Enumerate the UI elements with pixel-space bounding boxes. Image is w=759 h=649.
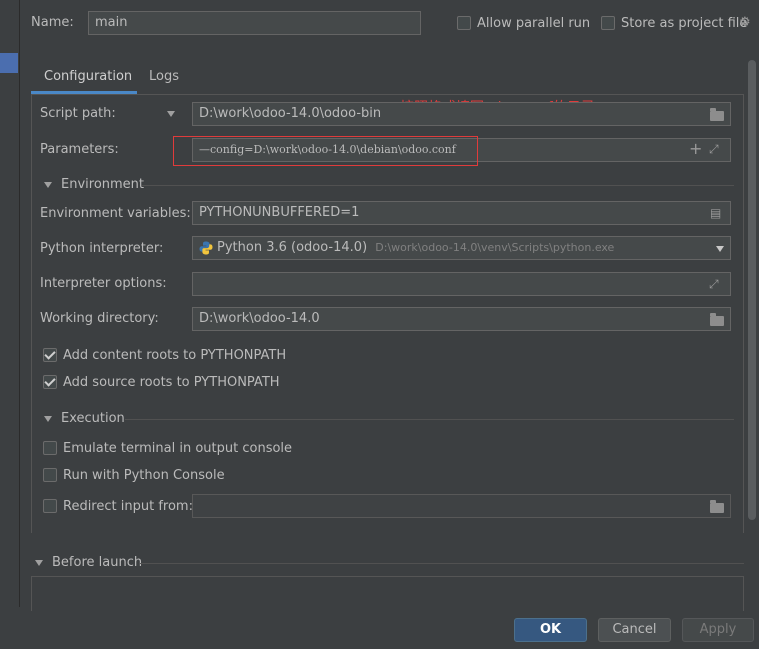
interpreter-options-input[interactable]	[192, 272, 731, 296]
cancel-button[interactable]: Cancel	[598, 618, 671, 642]
interpreter-name: Python 3.6 (odoo-14.0)	[217, 240, 368, 255]
parameters-highlight-box	[173, 136, 478, 166]
before-launch-title: Before launch	[52, 555, 143, 570]
expand-icon[interactable]: ⤢	[709, 277, 719, 291]
script-path-input[interactable]: D:\work\odoo-14.0\odoo-bin	[192, 102, 731, 126]
env-vars-input[interactable]: PYTHONUNBUFFERED=1	[192, 201, 731, 225]
apply-button[interactable]: Apply	[682, 618, 754, 642]
working-dir-label: Working directory:	[40, 311, 159, 326]
run-python-console-checkbox[interactable]	[43, 468, 57, 482]
execution-divider	[125, 419, 734, 420]
before-launch-collapse-icon[interactable]	[35, 560, 43, 566]
redirect-input-label: Redirect input from:	[63, 499, 193, 514]
left-panel-selected-item[interactable]	[0, 53, 18, 73]
folder-icon[interactable]	[710, 500, 724, 513]
store-project-label: Store as project file	[621, 16, 748, 31]
gear-icon[interactable]: ⚙	[739, 16, 751, 30]
add-content-roots-label: Add content roots to PYTHONPATH	[63, 348, 287, 363]
allow-parallel-label: Allow parallel run	[477, 16, 591, 31]
script-type-dropdown-icon[interactable]	[167, 111, 175, 117]
left-panel-edge	[0, 0, 20, 607]
add-source-roots-checkbox[interactable]	[43, 375, 57, 389]
redirect-input-checkbox[interactable]	[43, 499, 57, 513]
allow-parallel-checkbox[interactable]	[457, 16, 471, 30]
add-content-roots-checkbox[interactable]	[43, 348, 57, 362]
scrollbar-thumb[interactable]	[748, 60, 756, 520]
execution-collapse-icon[interactable]	[44, 416, 52, 422]
add-icon[interactable]: +	[689, 141, 702, 157]
env-vars-label: Environment variables:	[40, 206, 191, 221]
folder-icon[interactable]	[710, 108, 724, 121]
interpreter-options-label: Interpreter options:	[40, 276, 167, 291]
list-icon[interactable]: ▤	[710, 206, 721, 220]
store-project-checkbox[interactable]	[601, 16, 615, 30]
execution-section-title: Execution	[61, 411, 125, 426]
interpreter-dropdown-icon[interactable]	[716, 246, 724, 252]
before-launch-divider	[140, 563, 744, 564]
before-launch-list[interactable]	[31, 576, 744, 611]
emulate-terminal-label: Emulate terminal in output console	[63, 441, 293, 456]
working-dir-input[interactable]: D:\work\odoo-14.0	[192, 307, 731, 331]
folder-icon[interactable]	[710, 313, 724, 326]
interpreter-path: D:\work\odoo-14.0\venv\Scripts\python.ex…	[375, 241, 615, 254]
python-icon	[199, 241, 213, 255]
emulate-terminal-checkbox[interactable]	[43, 441, 57, 455]
name-input[interactable]: main	[88, 11, 421, 35]
run-python-console-label: Run with Python Console	[63, 468, 225, 483]
interpreter-label: Python interpreter:	[40, 241, 164, 256]
parameters-label: Parameters:	[40, 142, 119, 157]
interpreter-select[interactable]: Python 3.6 (odoo-14.0) D:\work\odoo-14.0…	[192, 236, 731, 260]
ok-button[interactable]: OK	[514, 618, 587, 642]
expand-icon[interactable]: ⤢	[709, 142, 719, 156]
name-label: Name:	[31, 15, 74, 30]
add-source-roots-label: Add source roots to PYTHONPATH	[63, 375, 280, 390]
environment-collapse-icon[interactable]	[44, 182, 52, 188]
redirect-input-field[interactable]	[192, 494, 731, 518]
environment-divider	[142, 185, 734, 186]
environment-section-title: Environment	[61, 177, 145, 192]
tab-configuration[interactable]: Configuration	[44, 69, 132, 84]
tab-logs[interactable]: Logs	[149, 69, 179, 84]
script-path-label: Script path:	[40, 106, 116, 121]
